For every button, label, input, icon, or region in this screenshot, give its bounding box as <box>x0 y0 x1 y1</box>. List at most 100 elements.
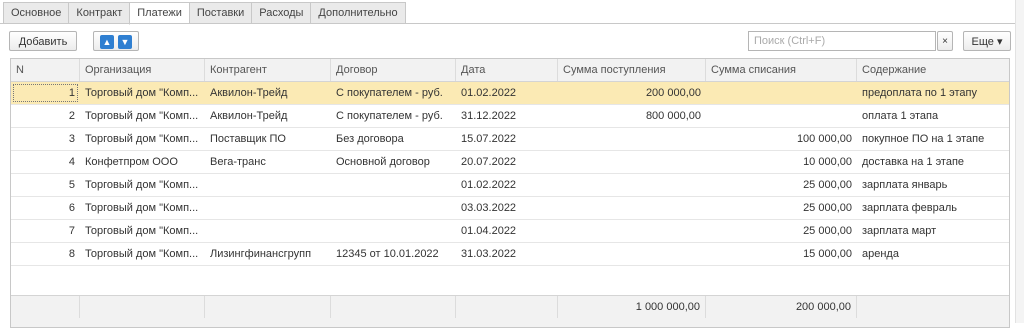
footer-cell <box>80 296 205 318</box>
tab-deliveries[interactable]: Поставки <box>188 2 252 24</box>
toolbar: Добавить ▲▼ × Еще ▾ <box>9 31 1015 53</box>
row-number: 2 <box>68 110 75 122</box>
row-number: 3 <box>68 133 75 145</box>
organization-cell: Торговый дом "Комп... <box>85 110 199 122</box>
column-header-expense[interactable]: Сумма списания <box>706 59 857 81</box>
footer-cell <box>11 296 80 318</box>
description-cell: доставка на 1 этапе <box>862 156 965 168</box>
date-cell: 15.07.2022 <box>461 133 517 145</box>
date-cell: 01.04.2022 <box>461 225 517 237</box>
date-cell: 01.02.2022 <box>461 179 517 191</box>
footer-cell <box>456 296 558 318</box>
row-number: 8 <box>68 248 75 260</box>
tab-divider <box>0 23 1024 24</box>
row-number: 7 <box>68 225 75 237</box>
description-cell: оплата 1 этапа <box>862 110 939 122</box>
organization-cell: Торговый дом "Комп... <box>85 225 199 237</box>
counterparty-cell <box>205 174 331 196</box>
table-row[interactable]: 8 Торговый дом "Комп... Лизингфинансгруп… <box>11 243 1009 266</box>
column-header-description[interactable]: Содержание <box>857 59 1009 81</box>
date-cell: 01.02.2022 <box>461 87 517 99</box>
table-row[interactable]: 7 Торговый дом "Комп... 01.04.2022 25 00… <box>11 220 1009 243</box>
description-cell: зарплата март <box>862 225 937 237</box>
row-number: 5 <box>68 179 75 191</box>
search-input[interactable] <box>748 31 936 51</box>
tab-contract[interactable]: Контракт <box>68 2 130 24</box>
organization-cell: Торговый дом "Комп... <box>85 202 199 214</box>
row-number: 1 <box>11 82 80 104</box>
table-row[interactable]: 2 Торговый дом "Комп... Аквилон-Трейд С … <box>11 105 1009 128</box>
counterparty-cell: Аквилон-Трейд <box>210 110 288 122</box>
organization-cell: Торговый дом "Комп... <box>85 248 199 260</box>
income-cell: 800 000,00 <box>645 110 701 122</box>
expense-cell: 25 000,00 <box>803 202 852 214</box>
expense-cell <box>706 82 857 104</box>
table-row[interactable]: 4 Конфетпром ООО Вега-транс Основной дог… <box>11 151 1009 174</box>
date-cell: 03.03.2022 <box>461 202 517 214</box>
organization-cell: Конфетпром ООО <box>85 156 178 168</box>
add-button[interactable]: Добавить <box>9 31 77 51</box>
income-cell <box>558 197 706 219</box>
column-header-number[interactable]: N <box>11 59 80 81</box>
income-cell <box>558 220 706 242</box>
payments-table: N Организация Контрагент Договор Дата Су… <box>10 58 1010 328</box>
contract-cell <box>331 197 456 219</box>
description-cell: аренда <box>862 248 899 260</box>
organization-cell: Торговый дом "Комп... <box>85 87 199 99</box>
organization-cell: Торговый дом "Комп... <box>85 133 199 145</box>
footer-cell <box>331 296 456 318</box>
expense-cell: 10 000,00 <box>803 156 852 168</box>
table-row[interactable]: 6 Торговый дом "Комп... 03.03.2022 25 00… <box>11 197 1009 220</box>
contract-cell <box>331 220 456 242</box>
contract-cell <box>331 174 456 196</box>
table-row[interactable]: 5 Торговый дом "Комп... 01.02.2022 25 00… <box>11 174 1009 197</box>
row-number: 4 <box>68 156 75 168</box>
expense-cell: 100 000,00 <box>796 133 852 145</box>
description-cell: предоплата по 1 этапу <box>862 87 977 99</box>
expense-cell: 25 000,00 <box>803 225 852 237</box>
table-row[interactable]: 1 Торговый дом "Комп... Аквилон-Трейд С … <box>11 82 1009 105</box>
date-cell: 31.03.2022 <box>461 248 517 260</box>
tab-expenses[interactable]: Расходы <box>251 2 311 24</box>
contract-cell: С покупателем - руб. <box>336 110 443 122</box>
move-buttons: ▲ ▼ <box>93 31 139 51</box>
column-header-income[interactable]: Сумма поступления <box>558 59 706 81</box>
column-header-date[interactable]: Дата <box>456 59 558 81</box>
clear-search-button[interactable]: × <box>937 31 953 51</box>
tab-bar: Основное Контракт Платежи Поставки Расхо… <box>3 2 406 25</box>
footer-cell <box>205 296 331 318</box>
column-header-counterparty[interactable]: Контрагент <box>205 59 331 81</box>
description-cell: покупное ПО на 1 этапе <box>862 133 985 145</box>
income-cell <box>558 243 706 265</box>
footer-cell <box>857 296 1009 318</box>
description-cell: зарплата январь <box>862 179 948 191</box>
tab-main[interactable]: Основное <box>3 2 69 24</box>
counterparty-cell: Поставщик ПО <box>210 133 286 145</box>
expense-cell <box>706 105 857 127</box>
contract-cell: 12345 от 10.01.2022 <box>336 248 439 260</box>
arrow-up-icon[interactable]: ▲ <box>100 35 114 50</box>
counterparty-cell: Аквилон-Трейд <box>210 87 288 99</box>
table-footer-totals: 1 000 000,00 200 000,00 <box>11 295 1009 327</box>
counterparty-cell: Лизингфинансгрупп <box>210 248 312 260</box>
arrow-down-icon[interactable]: ▼ <box>118 35 132 50</box>
date-cell: 31.12.2022 <box>461 110 517 122</box>
table-row[interactable]: 3 Торговый дом "Комп... Поставщик ПО Без… <box>11 128 1009 151</box>
tab-additional[interactable]: Дополнительно <box>310 2 406 24</box>
organization-cell: Торговый дом "Комп... <box>85 179 199 191</box>
column-header-organization[interactable]: Организация <box>80 59 205 81</box>
total-expense: 200 000,00 <box>706 296 857 318</box>
contract-cell: С покупателем - руб. <box>336 87 443 99</box>
total-income: 1 000 000,00 <box>558 296 706 318</box>
description-cell: зарплата февраль <box>862 202 958 214</box>
counterparty-cell <box>205 220 331 242</box>
date-cell: 20.07.2022 <box>461 156 517 168</box>
contract-cell: Основной договор <box>336 156 430 168</box>
income-cell <box>558 151 706 173</box>
expense-cell: 25 000,00 <box>803 179 852 191</box>
column-header-contract[interactable]: Договор <box>331 59 456 81</box>
tab-payments[interactable]: Платежи <box>129 2 189 25</box>
more-button[interactable]: Еще ▾ <box>963 31 1011 51</box>
window-scrollbar[interactable] <box>1015 0 1024 323</box>
income-cell: 200 000,00 <box>645 87 701 99</box>
